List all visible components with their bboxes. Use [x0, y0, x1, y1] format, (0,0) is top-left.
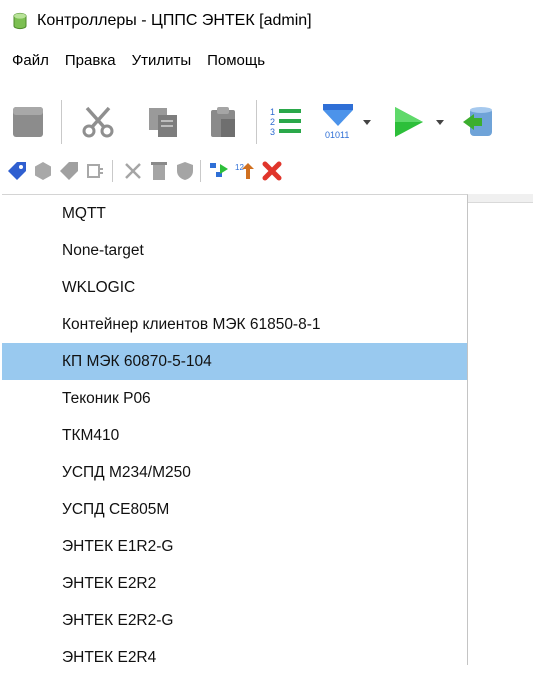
menu-edit[interactable]: Правка	[57, 52, 124, 69]
list-item[interactable]: ЭНТЕК E2R2-G	[2, 602, 467, 639]
toolbar-separator	[112, 160, 113, 182]
list-item-selected[interactable]: КП МЭК 60870-5-104	[2, 343, 467, 380]
list-item[interactable]: ЭНТЕК E1R2-G	[2, 528, 467, 565]
menu-bar: Файл Правка Утилиты Помощь	[0, 44, 533, 76]
list-item[interactable]: None-target	[2, 232, 467, 269]
menu-help[interactable]: Помощь	[199, 52, 273, 69]
controller-type-dropdown: MQTT None-target WKLOGIC Контейнер клиен…	[2, 194, 468, 666]
tag-icon[interactable]	[6, 160, 28, 182]
sort-icon[interactable]: 12	[234, 160, 256, 182]
run-icon[interactable]	[390, 104, 426, 140]
svg-text:2: 2	[270, 117, 275, 127]
list-item[interactable]: WKLOGIC	[2, 269, 467, 306]
list-item[interactable]: ЭНТЕК E2R4	[2, 639, 467, 676]
plugin-icon[interactable]	[84, 160, 106, 182]
list-item[interactable]: Контейнер клиентов МЭК 61850-8-1	[2, 306, 467, 343]
svg-text:12: 12	[235, 163, 244, 172]
shield-gray-icon[interactable]	[174, 160, 196, 182]
list-item[interactable]: ТКМ410	[2, 417, 467, 454]
stop-icon[interactable]	[10, 104, 46, 140]
download-binary-icon[interactable]: 01011	[320, 102, 356, 142]
title-bar: Контроллеры - ЦППС ЭНТЕК [admin]	[0, 0, 533, 42]
svg-text:1: 1	[270, 107, 275, 117]
database-export-icon[interactable]	[460, 104, 496, 140]
svg-text:3: 3	[270, 127, 275, 137]
tree-export-icon[interactable]	[208, 160, 230, 182]
cut-icon[interactable]	[80, 104, 116, 140]
cut-gray-icon[interactable]	[122, 160, 144, 182]
toolbar-separator	[61, 100, 62, 144]
menu-utilities[interactable]: Утилиты	[124, 52, 200, 69]
panel-header-strip	[468, 194, 533, 203]
menu-file[interactable]: Файл	[0, 52, 57, 69]
list-item[interactable]: MQTT	[2, 195, 467, 232]
main-toolbar: 1 2 3 01011	[0, 90, 533, 154]
list-item[interactable]: УСПД СЕ805М	[2, 491, 467, 528]
paste-icon[interactable]	[205, 104, 241, 140]
window-title: Контроллеры - ЦППС ЭНТЕК [admin]	[37, 12, 312, 29]
toolbar-separator	[200, 160, 201, 182]
list-item[interactable]: ЭНТЕК E2R2	[2, 565, 467, 602]
toolbar-separator	[256, 100, 257, 144]
tag-gray-icon[interactable]	[58, 160, 80, 182]
database-icon	[13, 12, 27, 30]
copy-icon[interactable]	[145, 104, 181, 140]
delete-gray-icon[interactable]	[148, 160, 170, 182]
numbered-list-icon[interactable]: 1 2 3	[268, 104, 304, 140]
delete-red-icon[interactable]	[260, 159, 284, 183]
svg-text:01011: 01011	[325, 130, 349, 140]
secondary-toolbar: 12	[0, 154, 533, 190]
list-item[interactable]: Теконик Р06	[2, 380, 467, 417]
hexagon-icon[interactable]	[32, 160, 54, 182]
list-item[interactable]: УСПД М234/М250	[2, 454, 467, 491]
chevron-down-icon[interactable]	[435, 119, 445, 127]
chevron-down-icon[interactable]	[362, 119, 372, 127]
